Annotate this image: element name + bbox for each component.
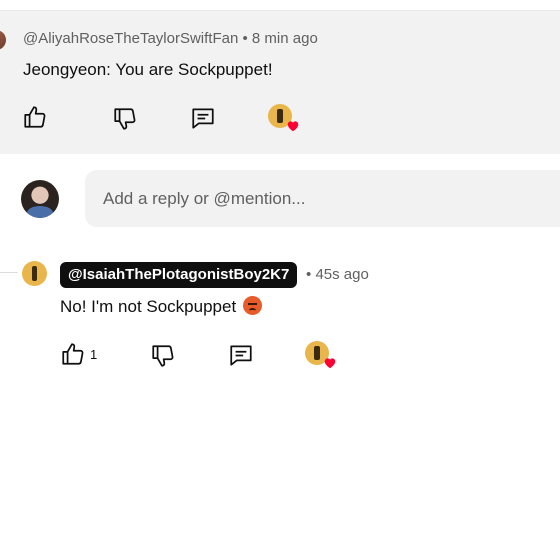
comment-text: Jeongyeon: You are Sockpuppet! — [23, 60, 273, 79]
thread-line — [0, 272, 18, 273]
top-divider — [0, 0, 560, 11]
heart-icon — [324, 358, 336, 369]
heart-icon — [287, 121, 299, 132]
thumb-down-icon — [112, 106, 138, 132]
reply-time-row: • 45s ago — [306, 266, 369, 283]
thumb-up-icon — [60, 341, 86, 367]
comment-reply-icon — [228, 342, 254, 368]
reply-comment-body: No! I'm not Sockpuppet — [60, 296, 262, 317]
reply-input-container[interactable] — [85, 170, 560, 227]
comment-time[interactable]: 8 min ago — [252, 30, 318, 47]
like-count: 1 — [90, 346, 98, 362]
reply-author-badge[interactable]: @IsaiahThePlotagonistBoy2K7 — [60, 262, 298, 288]
reply-like-button[interactable]: 1 — [60, 341, 97, 367]
current-user-avatar[interactable] — [21, 180, 59, 218]
reply-time[interactable]: 45s ago — [315, 266, 368, 283]
like-button[interactable] — [22, 104, 48, 130]
reply-dislike-button[interactable] — [150, 343, 176, 369]
reply-reply-button[interactable] — [228, 342, 254, 368]
thumb-down-icon — [150, 343, 176, 369]
creator-heart-button[interactable] — [268, 104, 299, 132]
reply-text: No! I'm not Sockpuppet — [60, 297, 237, 316]
separator-dot: • — [306, 266, 312, 283]
reply-button[interactable] — [190, 105, 216, 131]
reply-author-avatar[interactable] — [22, 261, 47, 286]
thumb-up-icon — [22, 104, 48, 130]
reply-input[interactable] — [103, 170, 543, 227]
angry-face-icon — [242, 296, 262, 315]
separator-dot: • — [242, 30, 248, 47]
comment-header: @AliyahRoseTheTaylorSwiftFan • 8 min ago — [23, 30, 318, 47]
comment-author[interactable]: @AliyahRoseTheTaylorSwiftFan — [23, 30, 238, 47]
creator-heart-icon — [305, 341, 336, 369]
creator-heart-icon — [268, 104, 299, 132]
reply-creator-heart-button[interactable] — [305, 341, 336, 369]
dislike-button[interactable] — [112, 106, 138, 132]
comment-reply-icon — [190, 105, 216, 131]
